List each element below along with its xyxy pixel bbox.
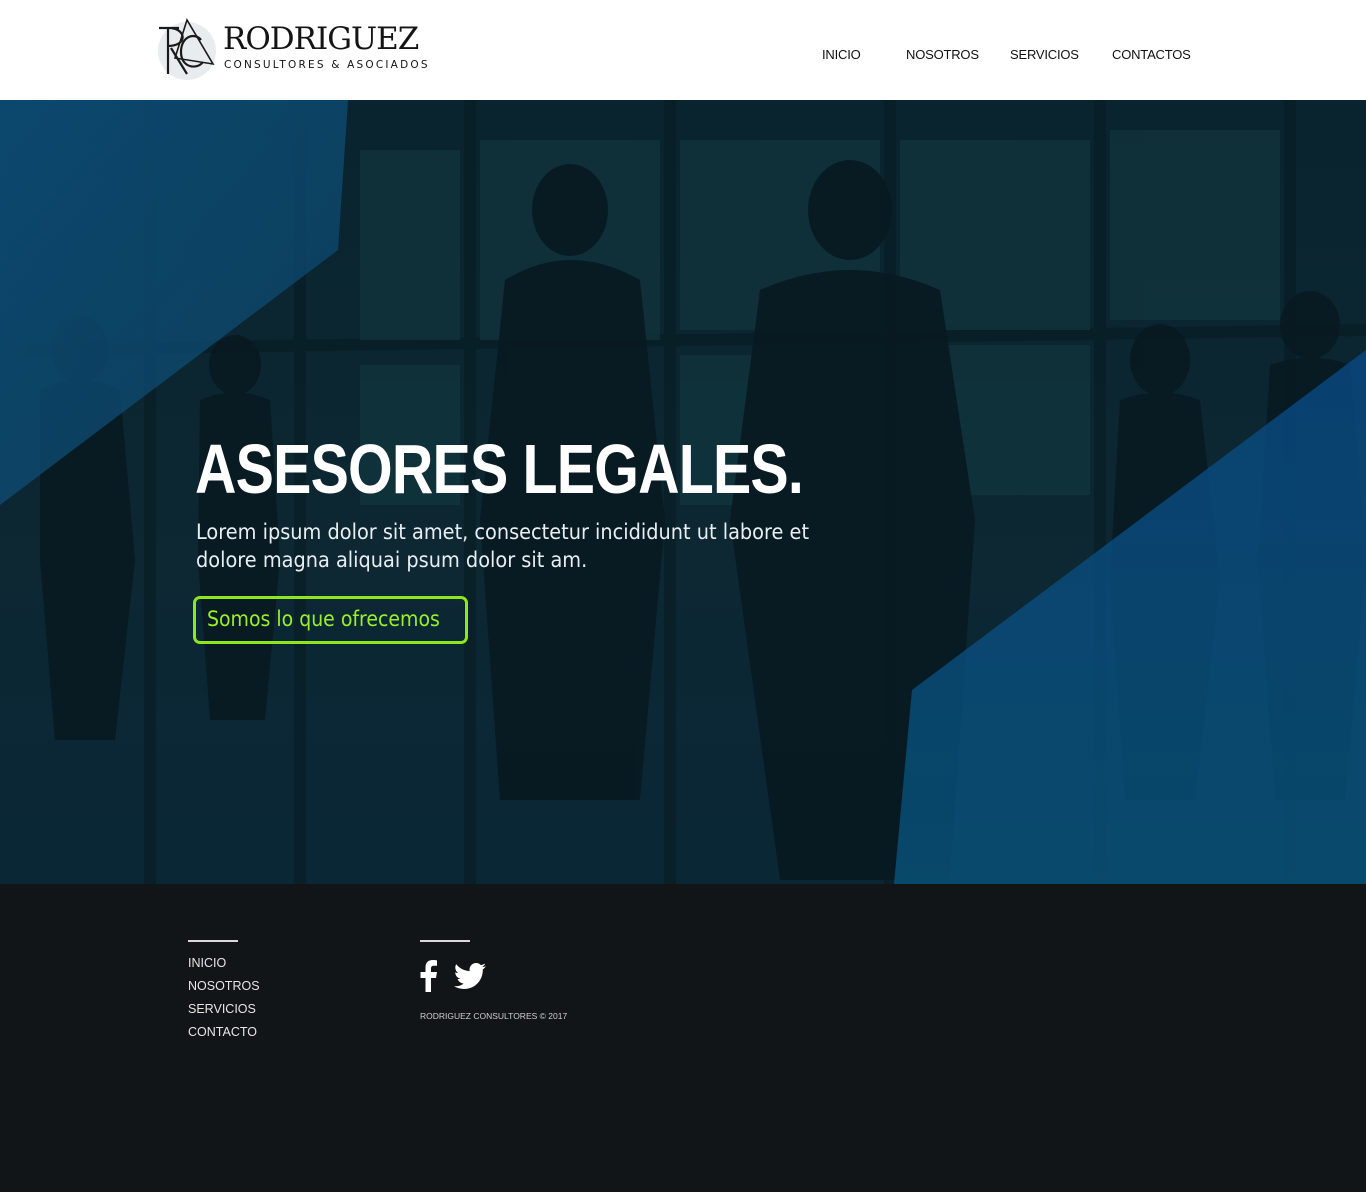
facebook-icon[interactable] <box>418 960 438 992</box>
copyright-text: RODRIGUEZ CONSULTORES © 2017 <box>420 1011 568 1021</box>
footer-link-nosotros[interactable]: NOSOTROS <box>188 975 260 998</box>
hero-title: ASESORES LEGALES. <box>195 430 804 508</box>
footer-divider <box>188 940 238 942</box>
hero-description: Lorem ipsum dolor sit amet, consectetur … <box>196 520 810 572</box>
cta-label: Somos lo que ofrecemos <box>207 607 440 631</box>
twitter-icon[interactable] <box>454 963 486 989</box>
footer-link-inicio[interactable]: INICIO <box>188 952 260 975</box>
footer-nav: INICIO NOSOTROS SERVICIOS CONTACTO <box>188 952 260 1044</box>
nav-nosotros[interactable]: NOSOTROS <box>906 47 979 62</box>
site-header: RODRIGUEZ CONSULTORES & ASOCIADOS INICIO… <box>0 0 1366 100</box>
footer-link-servicios[interactable]: SERVICIOS <box>188 998 260 1021</box>
site-footer: INICIO NOSOTROS SERVICIOS CONTACTO RODRI… <box>0 884 1366 1192</box>
nav-inicio[interactable]: INICIO <box>822 47 861 62</box>
nav-servicios[interactable]: SERVICIOS <box>1010 47 1079 62</box>
hero-section: ASESORES LEGALES. Lorem ipsum dolor sit … <box>0 100 1366 884</box>
nav-contactos[interactable]: CONTACTOS <box>1112 47 1191 62</box>
footer-link-contacto[interactable]: CONTACTO <box>188 1021 260 1044</box>
footer-divider <box>420 940 470 942</box>
cta-button[interactable]: Somos lo que ofrecemos <box>193 596 468 644</box>
main-nav: INICIO NOSOTROS SERVICIOS CONTACTOS <box>0 47 1366 67</box>
